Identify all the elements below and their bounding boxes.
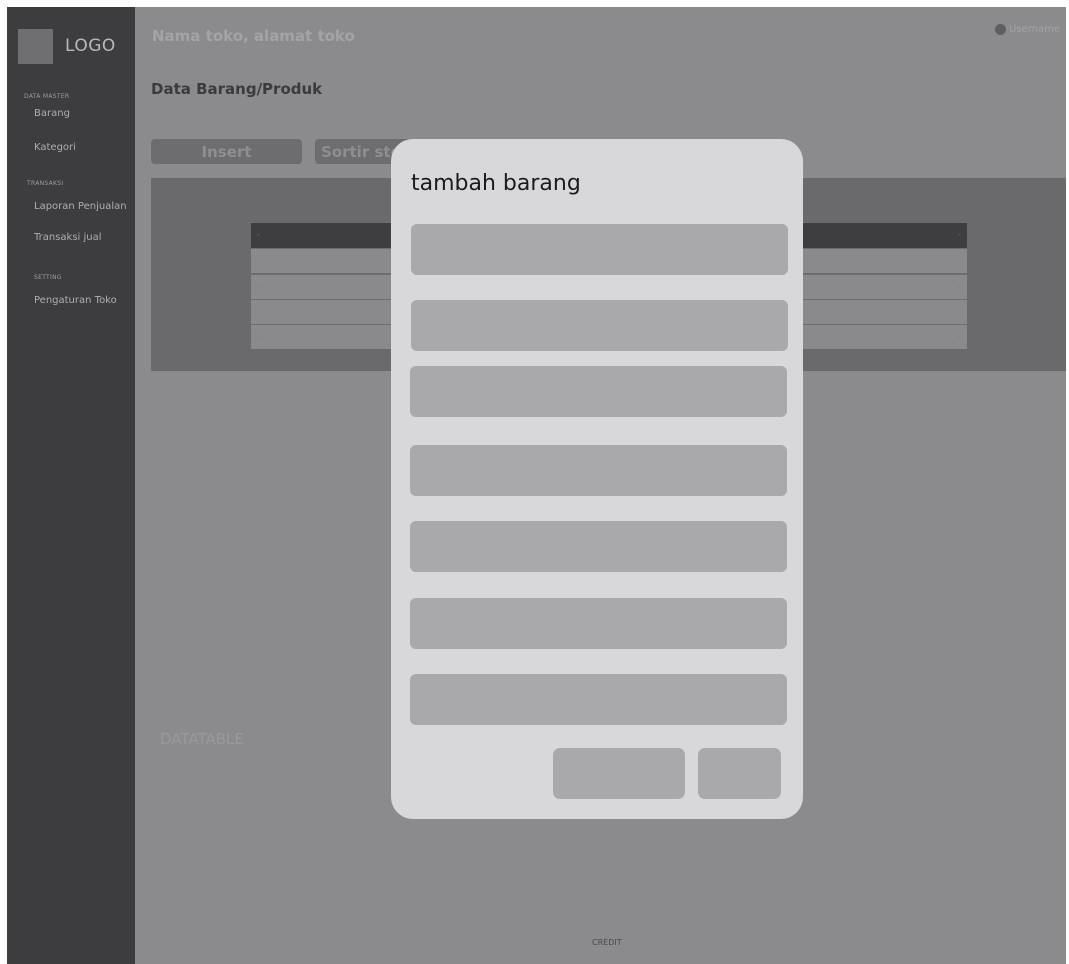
save-button[interactable] [553,748,685,799]
table-cell: - [257,282,260,291]
table-cell: - [958,282,961,291]
sidebar-section-data-master: DATA MASTER [24,93,70,100]
add-item-modal: tambah barang [391,139,803,819]
cancel-button[interactable] [698,748,781,799]
item-field-6[interactable] [410,598,787,649]
sidebar-item-transaksi-jual[interactable]: Transaksi jual [34,232,102,243]
item-field-3[interactable] [410,366,787,417]
table-cell: - [257,307,260,316]
modal-title: tambah barang [411,171,581,196]
page-title: Data Barang/Produk [151,80,323,98]
table-cell: - [958,230,961,239]
sidebar-item-kategori[interactable]: Kategori [34,142,76,153]
item-field-2[interactable] [411,300,788,351]
item-field-7[interactable] [410,674,787,725]
user-menu[interactable]: Username [995,24,1060,35]
item-field-4[interactable] [410,445,787,496]
table-cell: - [958,256,961,265]
table-cell: - [958,332,961,341]
logo-image [18,29,53,64]
sidebar-item-pengaturan-toko[interactable]: Pengaturan Toko [34,295,117,306]
sidebar: LOGO DATA MASTER Barang Kategori TRANSAK… [7,7,135,964]
logo-text: LOGO [65,36,116,56]
sidebar-item-laporan-penjualan[interactable]: Laporan Penjualan [34,201,127,212]
item-field-5[interactable] [410,521,787,572]
table-cell: - [257,230,260,239]
table-cell: - [257,256,260,265]
datatable-label: DATATABLE [160,730,244,748]
item-field-1[interactable] [411,224,788,275]
credit-footer: CREDIT [592,938,622,947]
username-label: Username [1009,24,1060,35]
user-avatar-icon [995,24,1007,35]
table-cell: - [958,307,961,316]
table-cell: - [257,332,260,341]
store-name: Nama toko, alamat toko [152,27,355,45]
app-frame: LOGO DATA MASTER Barang Kategori TRANSAK… [7,7,1066,964]
sidebar-section-setting: SETTING [34,274,62,281]
sidebar-item-barang[interactable]: Barang [34,108,70,119]
insert-button[interactable]: Insert [151,139,302,164]
sidebar-section-transaksi: TRANSAKSI [27,180,64,187]
